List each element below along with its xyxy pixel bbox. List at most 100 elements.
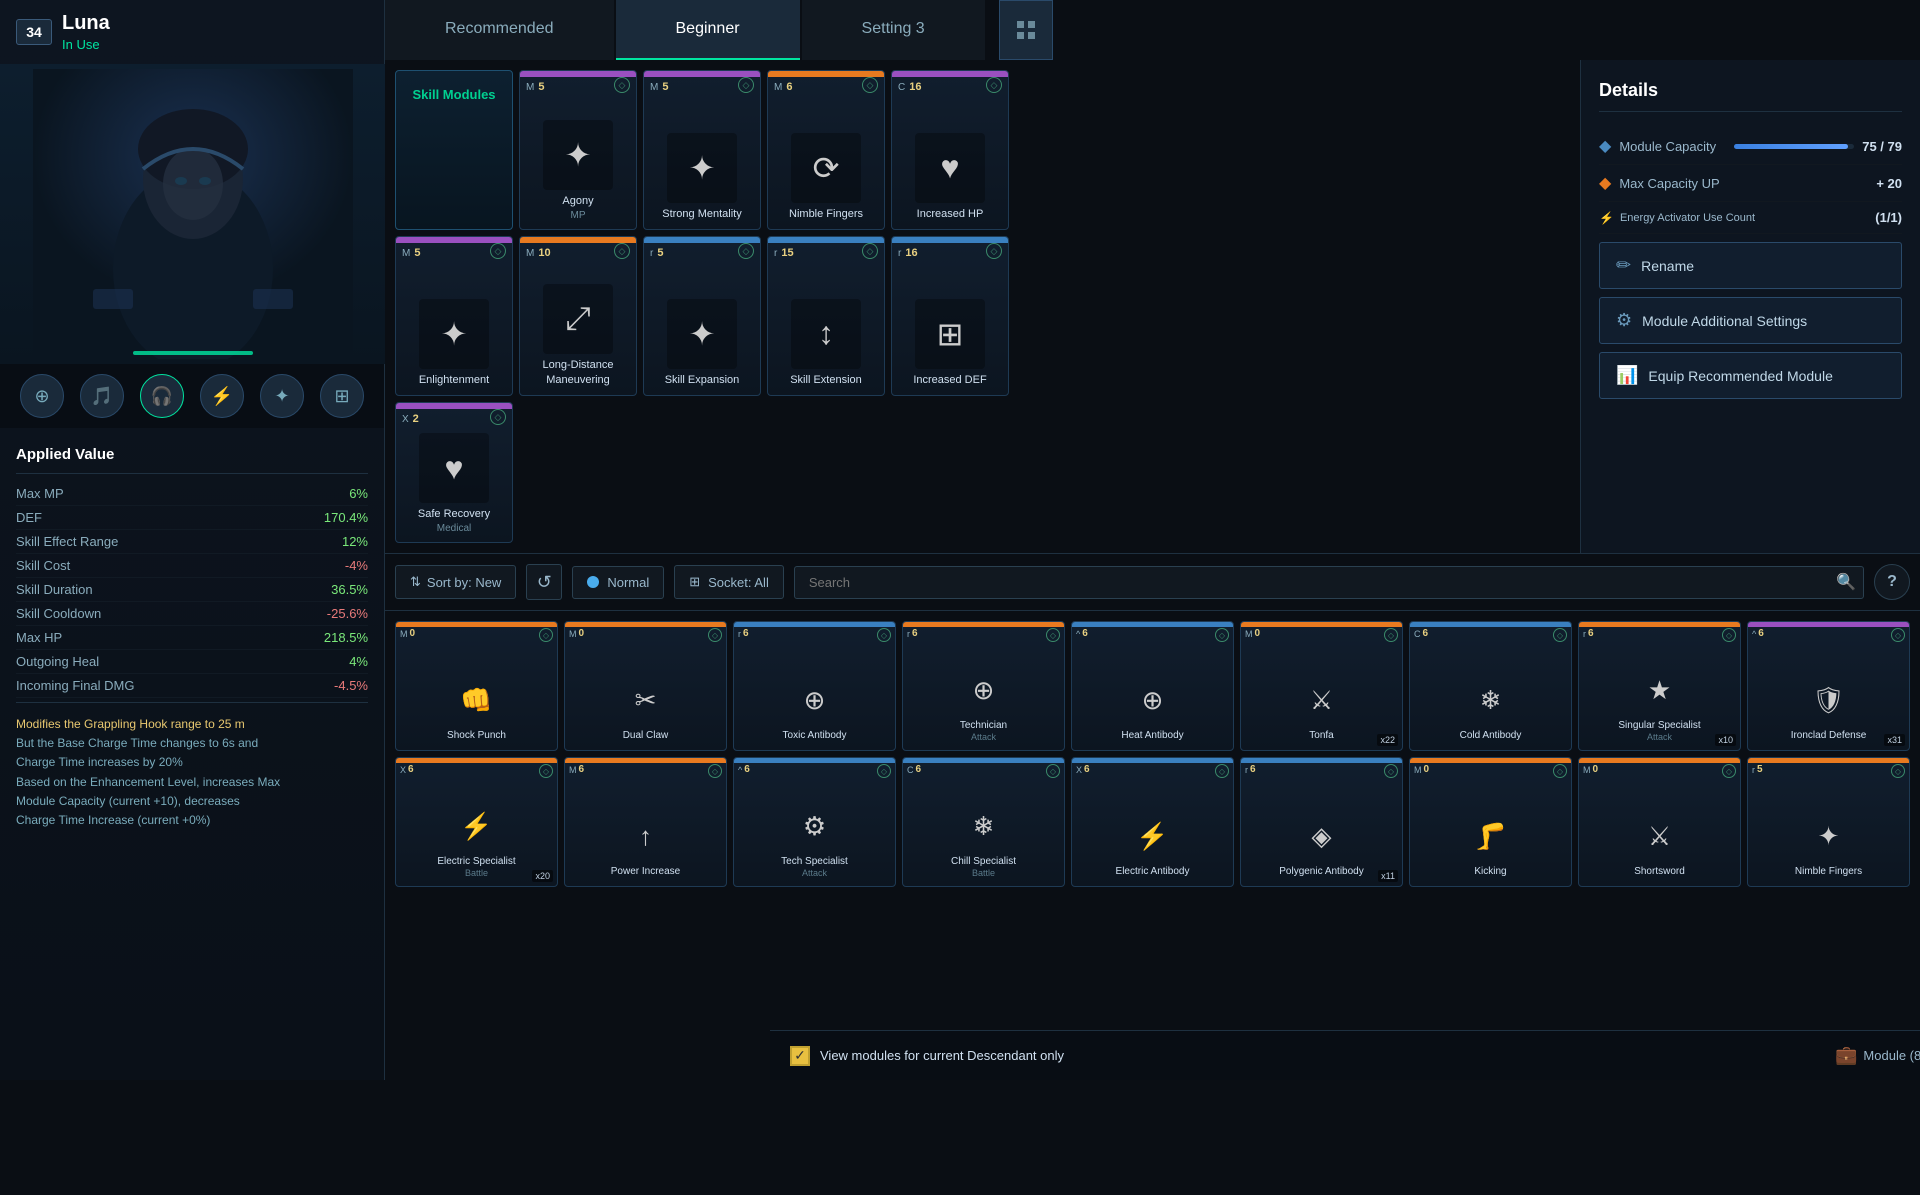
inventory-card[interactable]: ^6◇⚙Tech SpecialistAttack — [733, 757, 896, 887]
cap-type-icon: M — [774, 82, 782, 93]
inv-cap-icon: C — [907, 765, 914, 775]
applied-value-section: Applied Value Max MP6%DEF170.4%Skill Eff… — [0, 428, 384, 854]
tab-setting3[interactable]: Setting 3 — [802, 0, 985, 60]
skill-icon-1[interactable]: ⊕ — [20, 374, 64, 418]
module-card[interactable]: Skill Modules — [395, 70, 513, 230]
inventory-card[interactable]: r6◇★Singular SpecialistAttackx10 — [1578, 621, 1741, 751]
rename-button[interactable]: ✏ Rename — [1599, 242, 1902, 289]
inv-cap: r6 — [738, 628, 749, 639]
energy-icon: ⚡ — [1599, 211, 1614, 225]
inventory-card[interactable]: r6◇◈Polygenic Antibodyx11 — [1240, 757, 1403, 887]
filter-sort-button[interactable]: ⇅ Sort by: New — [395, 565, 516, 599]
skill-icon-5[interactable]: ✦ — [260, 374, 304, 418]
module-card[interactable]: C16◇♥Increased HP — [891, 70, 1009, 230]
inv-icon: ⊕ — [1128, 675, 1178, 725]
tab-recommended[interactable]: Recommended — [385, 0, 614, 60]
skill-icon-2[interactable]: 🎵 — [80, 374, 124, 418]
module-settings-button[interactable]: ⚙ Module Additional Settings — [1599, 297, 1902, 344]
inventory-card[interactable]: X6◇⚡Electric SpecialistBattlex20 — [395, 757, 558, 887]
stat-label: Max HP — [16, 630, 62, 645]
stat-row: Outgoing Heal4% — [16, 650, 368, 674]
inv-name: Dual Claw — [619, 729, 673, 742]
inventory-card[interactable]: r6◇⊕Toxic Antibody — [733, 621, 896, 751]
inventory-card[interactable]: X6◇⚡Electric Antibody — [1071, 757, 1234, 887]
socket-icon: ◇ — [986, 243, 1002, 259]
inv-top-bar — [1410, 758, 1571, 763]
module-icon: ⊞ — [915, 299, 985, 369]
settings-icon: ⚙ — [1616, 310, 1632, 331]
skill-icon-6[interactable]: ⊞ — [320, 374, 364, 418]
inv-socket-icon: ◇ — [708, 628, 722, 642]
search-input[interactable] — [794, 566, 1864, 599]
socket-icon: ◇ — [986, 77, 1002, 93]
inv-top-bar — [1748, 622, 1909, 627]
inventory-card[interactable]: M0◇✂Dual Claw — [564, 621, 727, 751]
cap-value: 15 — [781, 247, 793, 259]
module-card[interactable]: M5◇✦AgonyMP — [519, 70, 637, 230]
normal-filter-pill[interactable]: Normal — [572, 566, 664, 599]
module-icon: ✦ — [419, 299, 489, 369]
inventory-card[interactable]: M0◇🦵Kicking — [1409, 757, 1572, 887]
equip-recommended-button[interactable]: 📊 Equip Recommended Module — [1599, 352, 1902, 399]
inventory-card[interactable]: C6◇❄Cold Antibody — [1409, 621, 1572, 751]
inventory-card[interactable]: r5◇✦Nimble Fingers — [1747, 757, 1910, 887]
inv-cap: M0 — [1245, 628, 1260, 639]
module-icon: ✦ — [543, 120, 613, 190]
applied-value-title: Applied Value — [16, 440, 368, 474]
cap-value: 5 — [414, 247, 420, 259]
stat-value: -4.5% — [334, 678, 368, 693]
inv-name: Electric Antibody — [1112, 865, 1194, 878]
inventory-card[interactable]: M0◇👊Shock Punch — [395, 621, 558, 751]
inv-icon: ⚡ — [452, 801, 502, 851]
inv-icon: ★ — [1635, 665, 1685, 715]
inv-cap-icon: r — [1583, 629, 1586, 639]
module-card[interactable]: M6◇⟳Nimble Fingers — [767, 70, 885, 230]
module-card[interactable]: M5◇✦Enlightenment — [395, 236, 513, 396]
stat-row: Incoming Final DMG-4.5% — [16, 674, 368, 698]
inv-cap-icon: X — [1076, 765, 1082, 775]
skill-icon-3[interactable]: 🎧 — [140, 374, 184, 418]
refresh-icon: ↺ — [537, 572, 552, 593]
inv-icon: ◈ — [1297, 811, 1347, 861]
max-capacity-row: ◆ Max Capacity UP + 20 — [1599, 165, 1902, 202]
tab-beginner[interactable]: Beginner — [616, 0, 800, 60]
socket-filter-pill[interactable]: ⊞ Socket: All — [674, 565, 784, 599]
module-card[interactable]: X2◇♥Safe RecoveryMedical — [395, 402, 513, 543]
inventory-card[interactable]: M6◇↑Power Increase — [564, 757, 727, 887]
inv-cap: M0 — [400, 628, 415, 639]
help-button[interactable]: ? — [1874, 564, 1910, 600]
inventory-card[interactable]: ^6◇⊕Heat Antibody — [1071, 621, 1234, 751]
module-capacity-label: Module Capacity — [1619, 139, 1716, 154]
module-sub: MP — [571, 210, 586, 221]
tab-grid-button[interactable] — [999, 0, 1053, 60]
inv-top-bar — [1072, 758, 1233, 763]
energy-activator-row: ⚡ Energy Activator Use Count (1/1) — [1599, 202, 1902, 234]
inv-socket-icon: ◇ — [1722, 764, 1736, 778]
module-card[interactable]: r5◇✦Skill Expansion — [643, 236, 761, 396]
inventory-card[interactable]: M0◇⚔Tonfax22 — [1240, 621, 1403, 751]
inventory-card[interactable]: C6◇❄Chill SpecialistBattle — [902, 757, 1065, 887]
inventory-section: M0◇👊Shock PunchM0◇✂Dual Clawr6◇⊕Toxic An… — [385, 611, 1920, 1195]
search-icon[interactable]: 🔍 — [1836, 572, 1856, 592]
inv-name: Power Increase — [607, 865, 684, 878]
inventory-card[interactable]: M0◇⚔Shortsword — [1578, 757, 1741, 887]
inv-count: x20 — [532, 870, 553, 882]
module-card[interactable]: r16◇⊞Increased DEF — [891, 236, 1009, 396]
max-capacity-label: Max Capacity UP — [1619, 176, 1719, 191]
inv-top-bar — [734, 758, 895, 763]
inventory-card[interactable]: r6◇⊕TechnicianAttack — [902, 621, 1065, 751]
inventory-card[interactable]: ^6◇🛡Ironclad Defensex31 — [1747, 621, 1910, 751]
view-checkbox[interactable]: ✓ — [790, 1046, 810, 1066]
bottom-bar: ✓ View modules for current Descendant on… — [770, 1030, 1920, 1080]
equip-icon: 📊 — [1616, 365, 1638, 386]
stat-row: Skill Cooldown-25.6% — [16, 602, 368, 626]
view-checkbox-area: ✓ View modules for current Descendant on… — [790, 1046, 1064, 1066]
module-card[interactable]: M5◇✦Strong Mentality — [643, 70, 761, 230]
module-card[interactable]: M10◇⤢Long-Distance Maneuvering — [519, 236, 637, 396]
skill-icon-4[interactable]: ⚡ — [200, 374, 244, 418]
refresh-button[interactable]: ↺ — [526, 564, 562, 600]
socket-layers-icon: ⊞ — [689, 574, 700, 590]
inv-cap-val: 6 — [743, 628, 749, 639]
inv-cap-icon: M — [400, 629, 408, 639]
module-card[interactable]: r15◇↕Skill Extension — [767, 236, 885, 396]
